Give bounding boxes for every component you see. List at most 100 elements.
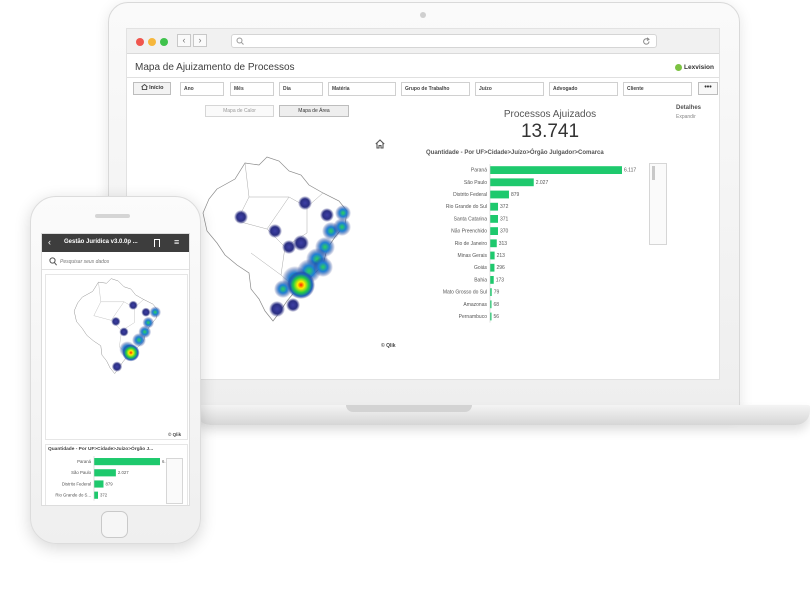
- bar-category-label: Pernambuco: [459, 314, 488, 320]
- bar-category-label: Santa Catarina: [454, 216, 488, 222]
- qlik-credit: © Qlik: [168, 432, 182, 437]
- filter-ano[interactable]: Ano: [180, 82, 224, 96]
- search-icon: [236, 37, 244, 45]
- maximize-window-icon[interactable]: [160, 38, 168, 46]
- bar-category-label: São Paulo: [71, 470, 91, 475]
- hamburger-menu-icon[interactable]: ≡: [174, 237, 179, 247]
- page-title: Mapa de Ajuizamento de Processos: [135, 62, 295, 73]
- area-map-toggle[interactable]: Mapa de Área: [279, 105, 349, 117]
- bar-value-label: 2.027: [536, 180, 549, 186]
- home-small-icon: [140, 83, 148, 91]
- filter-grupo-de-trabalho[interactable]: Grupo de Trabalho: [401, 82, 470, 96]
- bar-category-label: Bahia: [474, 277, 487, 283]
- filter-cliente[interactable]: Cliente: [623, 82, 692, 96]
- bar-category-label: Minas Gerais: [458, 253, 488, 259]
- bar-category-label: Amazonas: [463, 302, 487, 308]
- bar[interactable]: [94, 458, 160, 466]
- search-input[interactable]: [60, 256, 180, 267]
- bar[interactable]: [490, 178, 534, 187]
- filter-dia[interactable]: Dia: [279, 82, 323, 96]
- close-window-icon[interactable]: [136, 38, 144, 46]
- bookmark-icon[interactable]: [154, 239, 160, 247]
- bar-value-label: 372: [500, 204, 509, 210]
- filter-materia[interactable]: Matéria: [328, 82, 396, 96]
- bar-value-label: 213: [497, 253, 506, 259]
- qlik-credit: © Qlik: [381, 343, 396, 349]
- bar-value-label: 313: [499, 241, 508, 247]
- brand-logo: Lexvision: [675, 64, 714, 71]
- bar-category-label: Goiás: [474, 265, 488, 271]
- phone-screen: ‹ Gestão Jurídica v3.0.0p ... ≡ © Qlik Q…: [41, 233, 190, 506]
- phone-chart-scrollbar[interactable]: [166, 458, 183, 504]
- bar-value-label: 56: [494, 314, 500, 320]
- bar-value-label: 371: [500, 216, 509, 222]
- bar[interactable]: [490, 239, 497, 248]
- bar-value-label: 79: [494, 290, 500, 296]
- scrollbar-thumb[interactable]: [652, 166, 655, 180]
- bar[interactable]: [490, 214, 499, 223]
- bar-category-label: Rio Grande do Sul: [446, 204, 487, 210]
- bar-category-label: Rio Grande do S...: [55, 493, 91, 498]
- bar-value-label: 2.027: [118, 470, 129, 475]
- kpi-label: Processos Ajuizados: [503, 109, 597, 120]
- phone-app-bar: ‹ Gestão Jurídica v3.0.0p ... ≡: [42, 234, 189, 252]
- bar[interactable]: [94, 480, 104, 488]
- laptop-base: [196, 405, 810, 425]
- phone-home-button[interactable]: [101, 511, 128, 538]
- filter-mes[interactable]: Mês: [230, 82, 274, 96]
- bar-value-label: 879: [511, 192, 520, 198]
- home-icon[interactable]: [375, 139, 385, 149]
- bar[interactable]: [490, 275, 494, 284]
- bar[interactable]: [490, 190, 509, 199]
- bar-category-label: Mato Grosso do Sul: [443, 290, 487, 296]
- bar[interactable]: [490, 263, 495, 272]
- bar-category-label: Distrito Federal: [62, 481, 91, 486]
- phone-search-bar: [42, 253, 189, 270]
- phone-speaker: [95, 214, 130, 218]
- heat-map-toggle[interactable]: Mapa de Calor: [205, 105, 274, 117]
- phone-heat-map[interactable]: [47, 274, 187, 384]
- logo-text: Lexvision: [684, 64, 714, 72]
- phone-chart-title: Quantidade - Por UF>Cidade>Juízo>Órgão J…: [48, 447, 154, 452]
- bar[interactable]: [490, 251, 495, 260]
- bar-value-label: 6.117: [624, 168, 636, 174]
- bar-value-label: 372: [100, 493, 108, 498]
- details-label: Detalhes: [676, 105, 702, 111]
- search-icon: [49, 257, 57, 266]
- bar-category-label: Paraná: [77, 459, 91, 464]
- bar[interactable]: [94, 491, 99, 499]
- bar[interactable]: [490, 166, 622, 175]
- expand-link[interactable]: Expandir: [676, 114, 696, 120]
- filter-juizo[interactable]: Juízo: [475, 82, 544, 96]
- back-nav-icon[interactable]: ‹: [177, 34, 191, 47]
- bar-value-label: 879: [105, 481, 113, 486]
- bar-chart[interactable]: Paraná 6.117 São Paulo 2.027 Distrito Federa…: [423, 162, 663, 330]
- bar[interactable]: [490, 227, 498, 236]
- laptop-camera: [420, 12, 426, 18]
- bar-category-label: Paraná: [471, 168, 487, 174]
- bar-value-label: 370: [500, 229, 509, 235]
- laptop-screen: ‹ › Mapa de Ajuizamento de Processos Lex…: [126, 28, 720, 380]
- chart-scrollbar[interactable]: [649, 163, 667, 245]
- minimize-window-icon[interactable]: [148, 38, 156, 46]
- bar-value-label: 68: [494, 302, 500, 308]
- logo-mark-icon: [675, 64, 682, 71]
- browser-toolbar: ‹ ›: [127, 29, 719, 54]
- phone-app-title: Gestão Jurídica v3.0.0p ...: [64, 239, 138, 245]
- refresh-icon[interactable]: [642, 37, 651, 46]
- home-button-label: Início: [149, 85, 164, 91]
- bar-category-label: Rio de Janeiro: [455, 241, 487, 247]
- more-options-button[interactable]: •••: [698, 82, 718, 95]
- brazil-heat-map[interactable]: [197, 149, 357, 339]
- bar-category-label: Distrito Federal: [453, 192, 487, 198]
- home-button[interactable]: Início: [133, 82, 171, 95]
- filter-advogado[interactable]: Advogado: [549, 82, 618, 96]
- bar-value-label: 173: [496, 277, 505, 283]
- bar[interactable]: [490, 202, 499, 211]
- laptop-hinge-notch: [346, 405, 472, 412]
- address-bar[interactable]: [231, 34, 657, 48]
- back-arrow-icon[interactable]: ‹: [48, 237, 51, 247]
- bar-category-label: Não Preenchido: [451, 229, 487, 235]
- bar[interactable]: [94, 469, 116, 477]
- forward-nav-icon[interactable]: ›: [193, 34, 207, 47]
